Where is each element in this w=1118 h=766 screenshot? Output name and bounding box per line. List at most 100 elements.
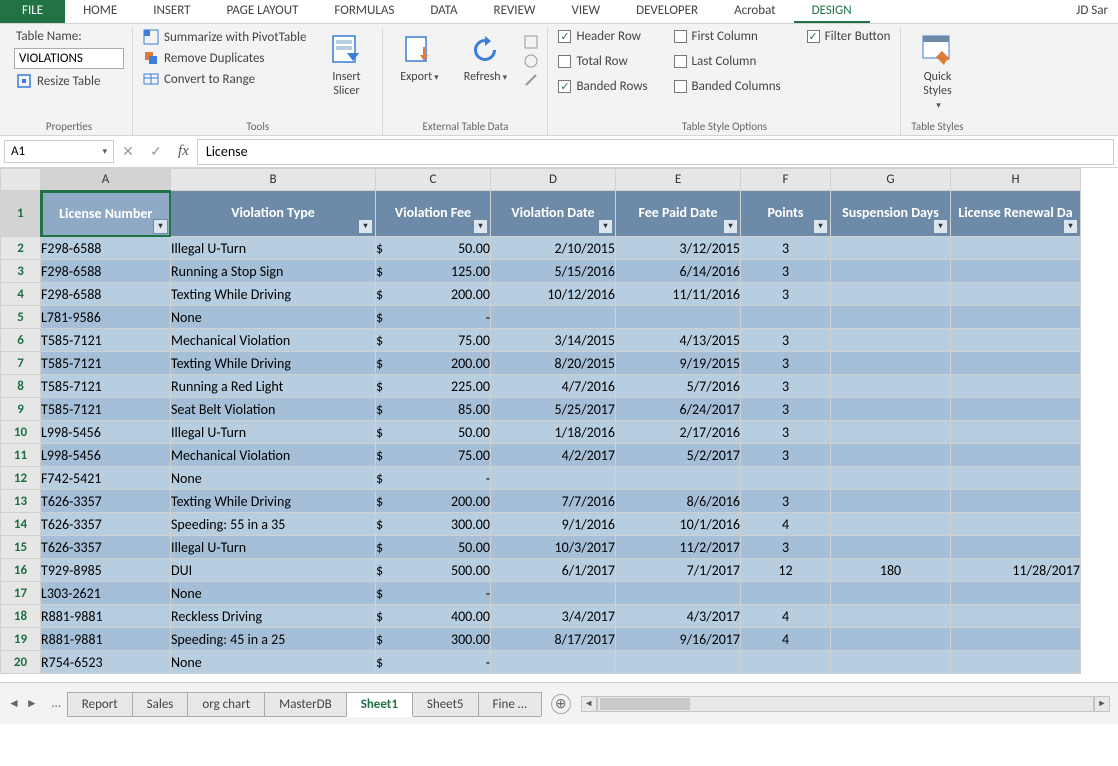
name-box[interactable]: A1 ▾ [4,140,114,163]
row-header[interactable]: 19 [1,628,41,651]
row-header[interactable]: 12 [1,467,41,490]
row-header[interactable]: 15 [1,536,41,559]
cell[interactable]: 5/15/2016 [491,260,616,283]
cell[interactable] [831,329,951,352]
cell[interactable] [951,421,1081,444]
cell[interactable]: Mechanical Violation [171,329,376,352]
cell[interactable]: $200.00 [376,352,491,375]
column-header[interactable]: G [831,169,951,191]
cell[interactable]: 6/1/2017 [491,559,616,582]
cell[interactable]: 5/2/2017 [616,444,741,467]
cell[interactable]: $300.00 [376,628,491,651]
cell[interactable]: L303-2621 [41,582,171,605]
cell[interactable]: Texting While Driving [171,490,376,513]
cell[interactable] [831,513,951,536]
table-header-cell[interactable]: Suspension Days▾ [831,191,951,237]
cell[interactable] [491,651,616,674]
cell[interactable] [741,467,831,490]
cell[interactable] [951,490,1081,513]
cell[interactable] [951,237,1081,260]
cell[interactable]: 6/24/2017 [616,398,741,421]
cell[interactable]: 8/20/2015 [491,352,616,375]
cell[interactable]: 7/7/2016 [491,490,616,513]
tab-view[interactable]: VIEW [554,0,619,23]
table-header-cell[interactable]: Fee Paid Date▾ [616,191,741,237]
row-header[interactable]: 8 [1,375,41,398]
row-header[interactable]: 2 [1,237,41,260]
cell[interactable]: 11/11/2016 [616,283,741,306]
cell[interactable] [831,398,951,421]
sheet-tab[interactable]: org chart [187,692,265,716]
cell[interactable]: T626-3357 [41,513,171,536]
summarize-pivot-button[interactable]: Summarize with PivotTable [141,28,308,46]
cell[interactable]: F298-6588 [41,237,171,260]
cell[interactable] [741,306,831,329]
cell[interactable]: $200.00 [376,490,491,513]
add-sheet-button[interactable]: ⊕ [551,694,571,714]
cell[interactable] [831,536,951,559]
tab-developer[interactable]: DEVELOPER [618,0,716,23]
cell[interactable]: 4 [741,513,831,536]
tab-acrobat[interactable]: Acrobat [716,0,794,23]
cell[interactable]: $125.00 [376,260,491,283]
cell[interactable] [616,467,741,490]
cell[interactable]: 10/12/2016 [491,283,616,306]
cell[interactable]: 7/1/2017 [616,559,741,582]
cell[interactable] [951,329,1081,352]
cell[interactable]: Running a Stop Sign [171,260,376,283]
cell[interactable]: Texting While Driving [171,352,376,375]
row-header[interactable]: 1 [1,191,41,237]
spreadsheet-grid[interactable]: ABCDEFGH1License Number▾Violation Type▾V… [0,168,1118,724]
cell[interactable] [831,237,951,260]
cell[interactable]: T929-8985 [41,559,171,582]
header-row-checkbox[interactable]: Header Row [556,28,649,45]
banded-columns-checkbox[interactable]: Banded Columns [672,78,783,95]
filter-button-checkbox[interactable]: Filter Button [805,28,893,45]
cell[interactable]: T585-7121 [41,375,171,398]
refresh-button[interactable]: Refresh▾ [457,28,513,84]
cell[interactable]: L998-5456 [41,444,171,467]
cell[interactable] [831,306,951,329]
cell[interactable]: $50.00 [376,421,491,444]
cell[interactable] [831,421,951,444]
tab-data[interactable]: DATA [412,0,475,23]
user-label[interactable]: JD Sar [1058,0,1118,23]
cell[interactable]: T585-7121 [41,329,171,352]
cell[interactable]: T626-3357 [41,536,171,559]
cell[interactable]: $50.00 [376,536,491,559]
sheet-tab[interactable]: Report [67,692,133,716]
cell[interactable]: Speeding: 45 in a 25 [171,628,376,651]
open-browser-icon[interactable] [523,53,539,69]
row-header[interactable]: 11 [1,444,41,467]
cell[interactable]: 9/1/2016 [491,513,616,536]
sheet-overflow[interactable]: … [46,696,67,711]
cell[interactable]: 12 [741,559,831,582]
tab-formulas[interactable]: FORMULAS [316,0,412,23]
cell[interactable]: F298-6588 [41,260,171,283]
cell[interactable]: 3 [741,352,831,375]
cell[interactable]: F298-6588 [41,283,171,306]
row-header[interactable]: 14 [1,513,41,536]
cell[interactable]: None [171,467,376,490]
cell[interactable] [831,490,951,513]
cell[interactable]: 9/16/2017 [616,628,741,651]
cell[interactable] [951,398,1081,421]
cell[interactable]: Running a Red Light [171,375,376,398]
cell[interactable]: $75.00 [376,444,491,467]
column-header[interactable]: A [41,169,171,191]
convert-range-button[interactable]: Convert to Range [141,70,308,88]
tab-review[interactable]: REVIEW [476,0,554,23]
cell[interactable] [951,651,1081,674]
cell[interactable]: 3 [741,490,831,513]
tab-home[interactable]: HOME [65,0,135,23]
cell[interactable]: 3/4/2017 [491,605,616,628]
sheet-tab[interactable]: MasterDB [264,692,347,716]
cell[interactable]: 3 [741,444,831,467]
cell[interactable]: R881-9881 [41,628,171,651]
cell[interactable]: DUI [171,559,376,582]
cell[interactable]: $200.00 [376,283,491,306]
cell[interactable]: Seat Belt Violation [171,398,376,421]
horizontal-scrollbar[interactable]: ◄ ► [571,696,1110,712]
filter-dropdown-icon[interactable]: ▾ [723,219,738,234]
column-header[interactable]: H [951,169,1081,191]
